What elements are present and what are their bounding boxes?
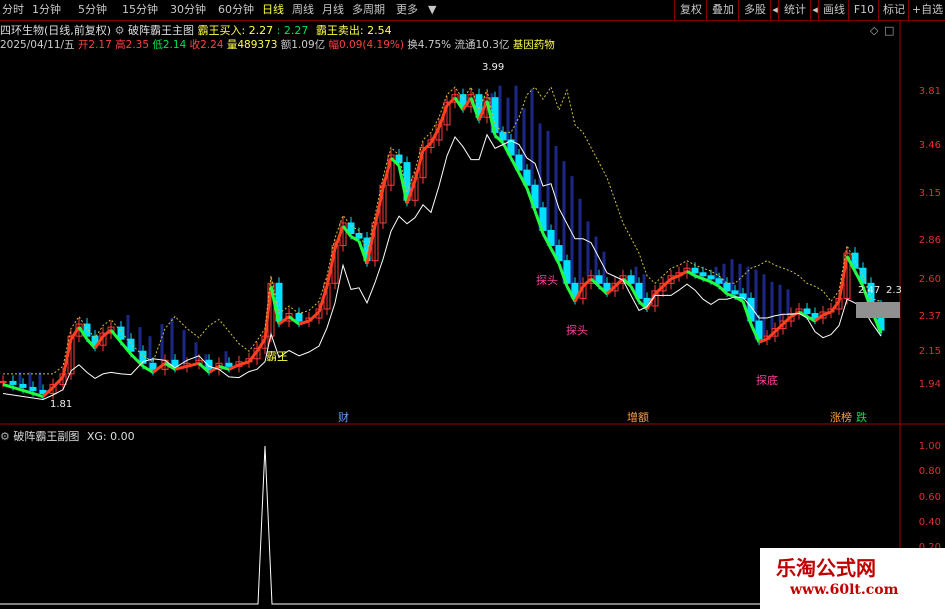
y-tick-label: 3.15 [918,188,941,199]
ma-fast-segment [829,300,841,313]
candle-body [699,272,707,277]
tab-multi-period[interactable]: 多周期 [352,2,385,18]
ma-fast-segment [678,269,688,278]
ma-fast-segment [373,187,385,227]
sell-line-mark: 2.3 [886,285,902,296]
low-price-mark: 1.81 [50,399,73,410]
tab-1min[interactable]: 1分钟 [32,2,61,18]
candle-body [715,278,723,284]
ma-fast-segment [255,338,267,353]
ma-fast-segment [661,277,673,288]
ma-fast-segment [773,322,785,333]
ma-fast-segment [381,157,393,189]
candle-body [499,131,507,141]
sub-settings-icon[interactable]: ⚙ [0,430,10,443]
f10-button[interactable]: F10 [848,0,879,20]
candle-body [0,380,7,383]
sub-y-tick: 0.40 [918,517,941,528]
cloud-area [18,85,880,394]
tab-15min[interactable]: 15分钟 [122,2,158,18]
fuquan-button[interactable]: 复权 [674,0,707,20]
y-tick-label: 3.81 [918,86,941,97]
ma-fast-segment [445,96,457,107]
xg-label: XG: 0.00 [86,430,135,443]
ma-fast-segment [51,375,65,389]
candle-body [627,275,635,284]
sub-y-tick: 1.00 [918,441,941,452]
ma-fast-segment [247,350,259,363]
event-cai[interactable]: 财 [338,409,349,425]
candle-body [691,267,699,274]
y-tick-label: 2.86 [918,235,941,246]
sub-info-line: ⚙ 破阵霸王副图 XG: 0.00 [0,428,135,444]
y-tick-label: 2.15 [918,346,941,357]
tab-30min[interactable]: 30分钟 [170,2,206,18]
period-toolbar: 分时 1分钟 5分钟 15分钟 30分钟 60分钟 日线 周线 月线 多周期 更… [0,0,945,21]
ma-fast-segment [325,248,337,287]
high-price-mark: 3.99 [482,62,505,73]
watermark-url: www.60lt.com [790,582,899,598]
sub-indicator-name[interactable]: 破阵霸王副图 [13,430,79,443]
candle-body [295,313,303,322]
candle-body [723,282,731,292]
panel-expand-icon[interactable]: □ [884,24,894,37]
candle-body [811,313,819,319]
event-die[interactable]: 跌 [856,409,867,425]
overlay-button[interactable]: 叠加 [706,0,739,20]
candle-body [707,275,715,280]
stats-button[interactable]: 统计 [778,0,811,20]
ma-fast-segment [653,285,665,295]
ma-fast-segment [61,338,73,378]
event-zhangbang[interactable]: 涨榜 [830,409,852,425]
candle-body [171,359,179,367]
candle-body [19,383,27,388]
candlestick-series [0,88,885,400]
candle-body [731,290,739,295]
tab-weekly[interactable]: 周线 [292,2,314,18]
ma-fast-segment [69,326,81,340]
candle-body [603,282,611,292]
candle-body [9,380,17,385]
current-price-box [856,302,900,318]
candle-body [803,308,811,315]
ma-fast-segment [781,315,793,326]
candle-body [29,386,37,391]
candle-body [225,362,233,367]
y-tick-label: 2.60 [918,274,941,285]
candle-body [149,362,157,370]
signal-bawang: 霸王 [266,350,288,363]
tab-60min[interactable]: 60分钟 [218,2,254,18]
tab-5min[interactable]: 5分钟 [78,2,107,18]
watermark-title: 乐淘公式网 [776,556,876,580]
signal-tantou-1: 探头 [536,274,558,287]
signal-tandi: 探底 [756,374,778,387]
buy-line-mark: 2.47 [858,285,881,296]
multi-stock-button[interactable]: 多股 [738,0,771,20]
add-watchlist-button[interactable]: +自选 [908,0,945,20]
tab-fenshi[interactable]: 分时 [2,2,24,18]
sub-y-tick: 0.60 [918,492,941,503]
y-tick-label: 1.94 [918,379,941,390]
signal-tantou-2: 探头 [566,324,588,337]
event-zengjian[interactable]: 增额 [627,409,649,425]
panel-diamond-icon[interactable]: ◇ [870,24,878,37]
candle-body [595,275,603,284]
mark-button[interactable]: 标记 [878,0,909,20]
more-dropdown-icon[interactable]: ▼ [428,2,436,18]
sub-y-tick: 0.80 [918,466,941,477]
draw-line-button[interactable]: 画线 [818,0,849,20]
tab-daily[interactable]: 日线 [262,2,284,18]
tab-more[interactable]: 更多 [396,2,418,18]
chart-canvas[interactable] [0,20,945,609]
tab-monthly[interactable]: 月线 [322,2,344,18]
ma-fast-segment [421,141,433,152]
ma-fast-segment [581,277,593,288]
ma-fast-segment [307,310,321,323]
y-tick-label: 3.46 [918,140,941,151]
ma-fast-segment [765,330,777,341]
ma-fast-segment [837,255,849,302]
y-tick-label: 2.37 [918,311,941,322]
